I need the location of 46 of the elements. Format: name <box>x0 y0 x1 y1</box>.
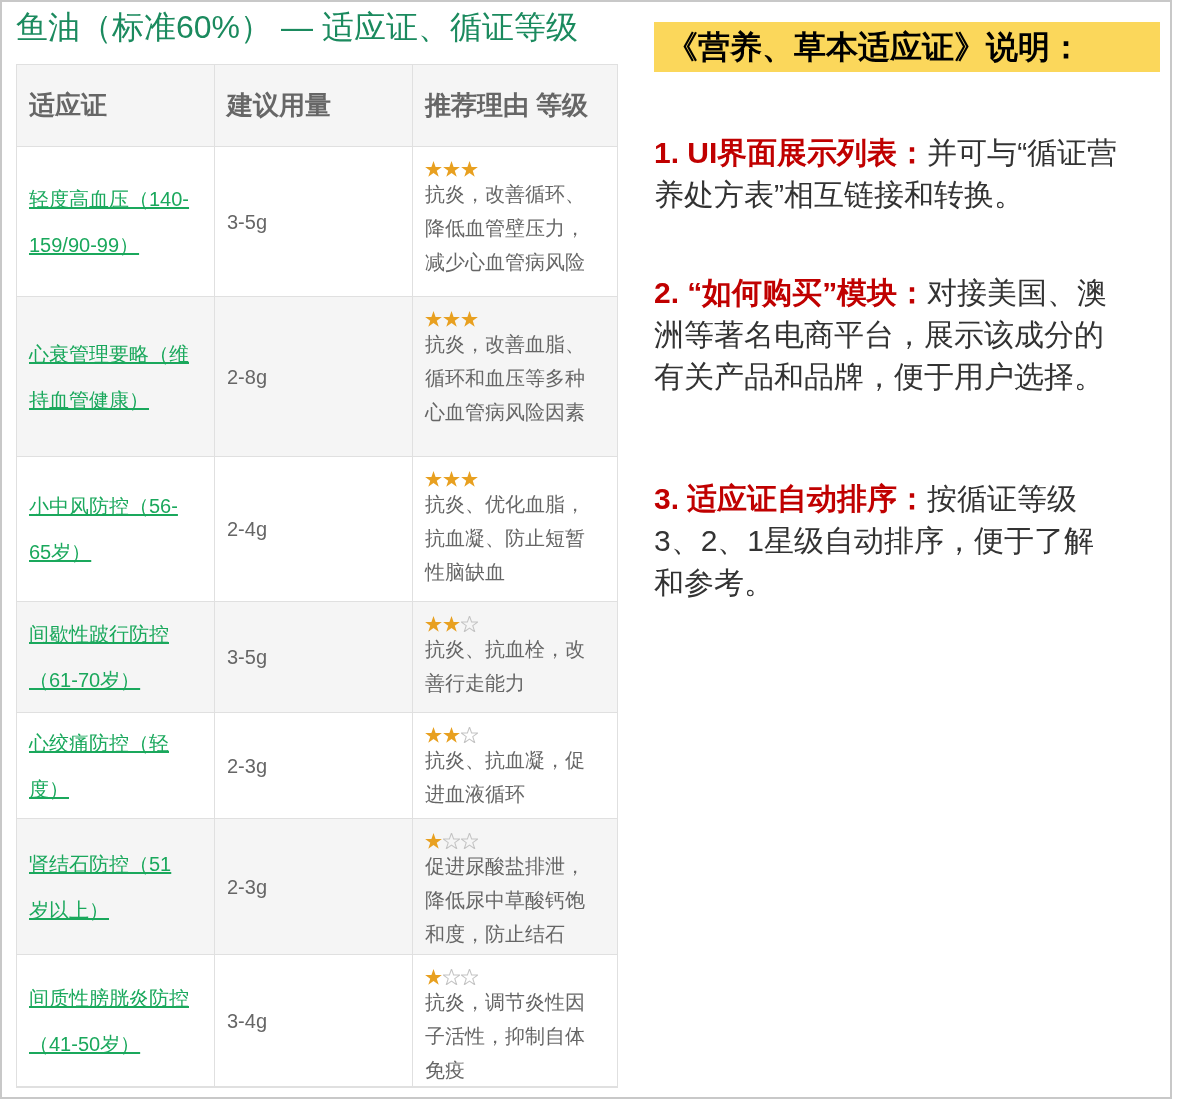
empty-star-icon <box>461 969 478 985</box>
indication-link[interactable]: 小中风防控（56-65岁） <box>29 483 190 575</box>
dose-text: 2-3g <box>227 753 268 779</box>
indication-link[interactable]: 轻度高血压（140-159/90-99） <box>29 175 190 268</box>
star-icon <box>425 311 442 327</box>
reason-text: 抗炎、优化血脂，抗血凝、防止短暂性脑缺血 <box>425 492 586 585</box>
column-header: 适应证 <box>29 89 107 122</box>
indication-link[interactable]: 心绞痛防控（轻度） <box>29 719 190 812</box>
notes-heading: 《营养、草本适应证》说明： <box>654 22 1160 72</box>
dose-text: 2-4g <box>227 517 268 542</box>
reason-text: 抗炎，改善循环、降低血管壁压力，减少心血管病风险 <box>425 182 586 275</box>
star-icon <box>443 471 460 487</box>
empty-star-icon <box>461 833 478 849</box>
column-header: 推荐理由 等级 <box>425 89 589 122</box>
dose-text: 3-4g <box>227 1008 268 1034</box>
star-icon <box>461 311 478 327</box>
indication-link[interactable]: 心衰管理要略（维持血管健康） <box>29 330 190 423</box>
dose-text: 2-8g <box>227 364 268 390</box>
star-icon <box>425 161 442 177</box>
note-paragraph: 3. 适应证自动排序：按循证等级3、2、1星级自动排序，便于了解和参考。 <box>654 481 1096 601</box>
reason-text: 抗炎、抗血凝，促进血液循环 <box>425 748 586 807</box>
note-paragraph: 2. “如何购买”模块：对接美国、澳洲等著名电商平台，展示该成分的有关产品和品牌，便于用户选择。 <box>654 275 1109 395</box>
reason-text: 抗炎，调节炎性因子活性，抑制自体免疫 <box>425 990 586 1083</box>
star-icon <box>443 616 460 632</box>
star-icon <box>425 616 442 632</box>
note-paragraph: 1. UI界面展示列表：并可与“循证营养处方表”相互链接和转换。 <box>654 135 1119 213</box>
page-title: 鱼油（标准60%） — 适应证、循证等级 <box>16 8 579 47</box>
indication-link[interactable]: 肾结石防控（51岁以上） <box>29 840 190 933</box>
indication-link[interactable]: 间歇性跛行防控（61-70岁） <box>29 611 190 703</box>
star-icon <box>425 833 442 849</box>
star-icon <box>425 471 442 487</box>
dose-text: 2-3g <box>227 874 268 900</box>
star-icon <box>443 161 460 177</box>
dose-text: 3-5g <box>227 645 268 670</box>
star-icon <box>461 471 478 487</box>
star-icon <box>443 311 460 327</box>
indication-link[interactable]: 间质性膀胱炎防控（41-50岁） <box>29 974 190 1067</box>
reason-text: 促进尿酸盐排泄，降低尿中草酸钙饱和度，防止结石 <box>425 854 586 947</box>
star-icon <box>425 969 442 985</box>
dose-text: 3-5g <box>227 209 268 235</box>
star-icon <box>425 727 442 743</box>
reason-text: 抗炎、抗血栓，改善行走能力 <box>425 637 586 696</box>
reason-text: 抗炎，改善血脂、循环和血压等多种心血管病风险因素 <box>425 332 586 425</box>
star-icon <box>443 727 460 743</box>
column-header: 建议用量 <box>227 89 331 122</box>
star-icon <box>461 161 478 177</box>
